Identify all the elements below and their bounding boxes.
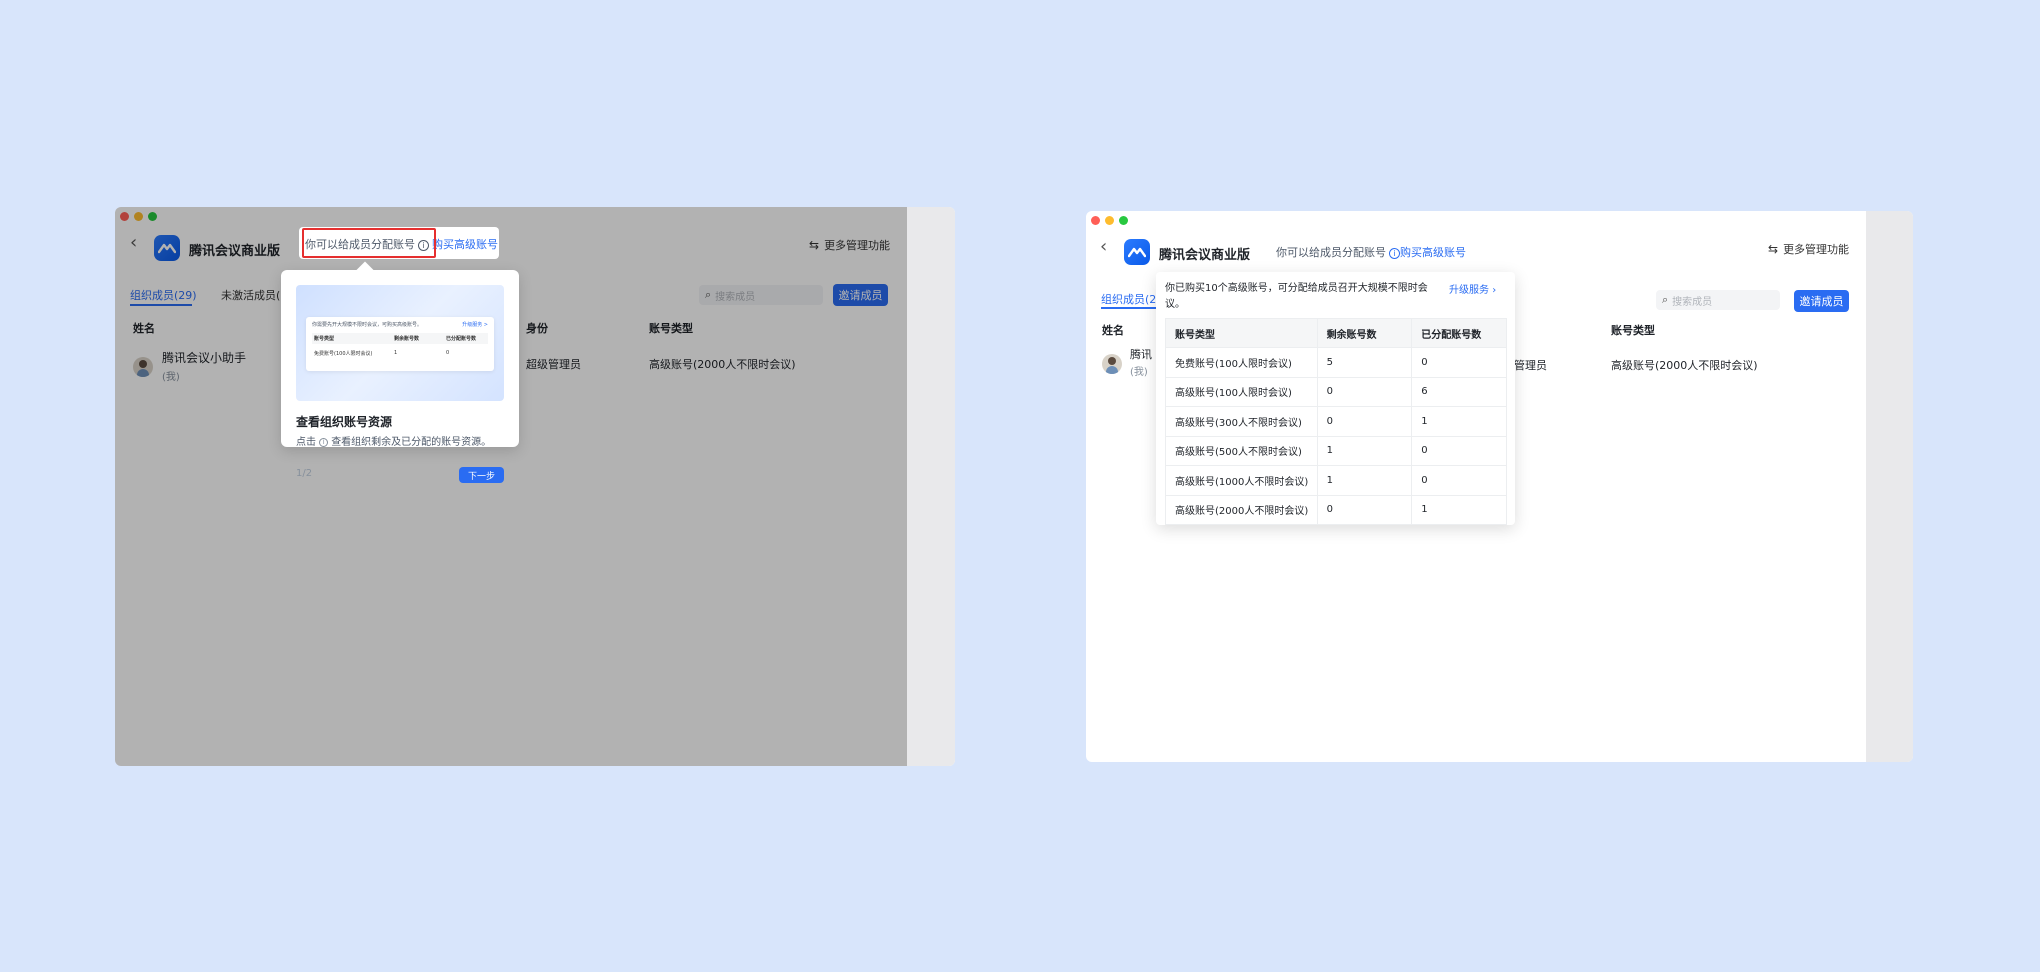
- app-brand-title: 腾讯会议商业版: [1159, 248, 1251, 263]
- avatar: [1102, 354, 1122, 374]
- table-row: 免费账号(100人限时会议) 5 0: [1165, 347, 1507, 378]
- upgrade-service-label: 升级服务: [1449, 285, 1489, 296]
- cell-remaining: 1: [1316, 435, 1413, 466]
- cell-account-type: 高级账号(300人不限时会议): [1165, 406, 1318, 437]
- cell-assigned: 1: [1411, 406, 1507, 437]
- chevron-right-icon: ›: [1492, 285, 1497, 296]
- side-strip: [1866, 211, 1913, 762]
- cell-remaining: 1: [1316, 465, 1413, 496]
- mini-account-table-preview: 你需要先开大规模不限时会议，可购买高级账号。 升级服务 > 账号类型 剩余账号数…: [306, 317, 494, 371]
- tab-org-members[interactable]: 组织成员(29: [1101, 291, 1156, 307]
- table-header-row: 账号类型 剩余账号数 已分配账号数: [1165, 318, 1507, 348]
- table-row: 高级账号(1000人不限时会议) 1 0: [1165, 465, 1507, 496]
- side-strip: [907, 207, 955, 766]
- left-app-window: ‹ 腾讯会议商业版 ⇆ 更多管理功能 组织成员(29) 未激活成员(3 ⌕ 搜索成员…: [115, 207, 955, 766]
- popover-description: 你已购买10个高级账号，可分配给成员召开大规模不限时会议。: [1165, 283, 1428, 310]
- cell-remaining: 0: [1316, 494, 1413, 525]
- mini-header-1: 账号类型: [314, 336, 335, 342]
- cell-remaining: 0: [1316, 406, 1413, 437]
- cell-account-type: 高级账号(500人不限时会议): [1165, 435, 1318, 466]
- assign-account-hint-label: 你可以给成员分配账号: [1276, 246, 1386, 259]
- maximize-window-button[interactable]: [1119, 216, 1128, 225]
- header-remaining: 剩余账号数: [1316, 318, 1413, 348]
- cell-account-type: 高级账号(1000人不限时会议): [1165, 465, 1318, 496]
- mini-cell-3: 0: [446, 350, 450, 356]
- guide-desc-before: 点击: [296, 437, 316, 448]
- account-resources-popover: 你已购买10个高级账号，可分配给成员召开大规模不限时会议。 升级服务 › 账号类…: [1156, 272, 1515, 525]
- header-assigned: 已分配账号数: [1411, 318, 1507, 348]
- column-header-name: 姓名: [1102, 324, 1124, 337]
- guide-description: 点击 i 查看组织剩余及已分配的账号资源。: [296, 433, 491, 448]
- cell-assigned: 0: [1411, 347, 1507, 378]
- table-row: 高级账号(300人不限时会议) 0 1: [1165, 406, 1507, 437]
- cell-assigned: 6: [1411, 376, 1507, 407]
- more-admin-features-label: 更多管理功能: [1783, 243, 1850, 256]
- close-window-button[interactable]: [1091, 216, 1100, 225]
- highlight-red-frame: [302, 228, 436, 258]
- cell-account-type: 免费账号(100人限时会议): [1165, 347, 1318, 378]
- table-row: 高级账号(2000人不限时会议) 0 1: [1165, 494, 1507, 525]
- buy-premium-link[interactable]: 购买高级账号: [1400, 244, 1466, 260]
- cell-account-type: 高级账号(100人限时会议): [1165, 376, 1318, 407]
- guide-preview-image: 你需要先开大规模不限时会议，可购买高级账号。 升级服务 > 账号类型 剩余账号数…: [296, 285, 504, 401]
- right-app-window: ‹ 腾讯会议商业版 你可以给成员分配账号 i 购买高级账号 ⇆ 更多管理功能 组织成…: [1086, 211, 1913, 762]
- search-input[interactable]: ⌕ 搜索成员: [1656, 290, 1780, 310]
- member-account-type: 高级账号(2000人不限时会议): [1611, 359, 1758, 372]
- window-controls: [1091, 216, 1128, 225]
- cell-remaining: 0: [1316, 376, 1413, 407]
- more-admin-features-button[interactable]: ⇆ 更多管理功能: [1768, 241, 1849, 257]
- member-role: 管理员: [1514, 359, 1547, 372]
- guide-desc-after: 查看组织剩余及已分配的账号资源。: [331, 437, 492, 448]
- mini-cell-2: 1: [394, 350, 398, 356]
- cell-assigned: 1: [1411, 494, 1507, 525]
- guide-step-counter: 1/2: [296, 468, 313, 479]
- cell-account-type: 高级账号(2000人不限时会议): [1165, 494, 1318, 525]
- mini-preview-text: 你需要先开大规模不限时会议，可购买高级账号。: [312, 322, 423, 328]
- invite-members-button[interactable]: 邀请成员: [1794, 290, 1849, 312]
- info-icon: i: [319, 437, 329, 447]
- search-placeholder: 搜索成员: [1672, 296, 1713, 308]
- onboarding-guide-popover: 你需要先开大规模不限时会议，可购买高级账号。 升级服务 > 账号类型 剩余账号数…: [281, 261, 519, 483]
- mini-header-3: 已分配账号数: [446, 336, 477, 342]
- cell-assigned: 0: [1411, 435, 1507, 466]
- table-row: 高级账号(100人限时会议) 0 6: [1165, 376, 1507, 407]
- cell-assigned: 0: [1411, 465, 1507, 496]
- member-self-tag: (我): [1130, 367, 1148, 378]
- column-header-account-type: 账号类型: [1611, 324, 1655, 337]
- mini-cell-1: 免费账号(100人限时会议): [314, 351, 373, 357]
- tab-active-underline: [1101, 307, 1156, 309]
- account-resources-table: 账号类型 剩余账号数 已分配账号数 免费账号(100人限时会议) 5 0 高级账…: [1165, 318, 1507, 525]
- app-logo-icon: [1124, 239, 1150, 265]
- buy-premium-link[interactable]: 购买高级账号: [432, 236, 498, 252]
- mini-preview-link: 升级服务 >: [462, 322, 488, 328]
- cell-remaining: 5: [1316, 347, 1413, 378]
- info-icon[interactable]: i: [1389, 247, 1400, 259]
- search-icon: ⌕: [1662, 293, 1669, 306]
- upgrade-service-link[interactable]: 升级服务 ›: [1449, 281, 1496, 296]
- member-name: 腾讯: [1130, 348, 1152, 361]
- minimize-window-button[interactable]: [1105, 216, 1114, 225]
- table-row: 高级账号(500人不限时会议) 1 0: [1165, 435, 1507, 466]
- assign-account-hint: 你可以给成员分配账号 i: [1276, 244, 1400, 260]
- header-account-type: 账号类型: [1165, 318, 1318, 348]
- sliders-icon: ⇆: [1768, 242, 1779, 256]
- guide-next-button[interactable]: 下一步: [459, 467, 504, 483]
- back-chevron-icon[interactable]: ‹: [1100, 236, 1107, 257]
- guide-title: 查看组织账号资源: [296, 415, 393, 429]
- mini-header-2: 剩余账号数: [394, 336, 420, 342]
